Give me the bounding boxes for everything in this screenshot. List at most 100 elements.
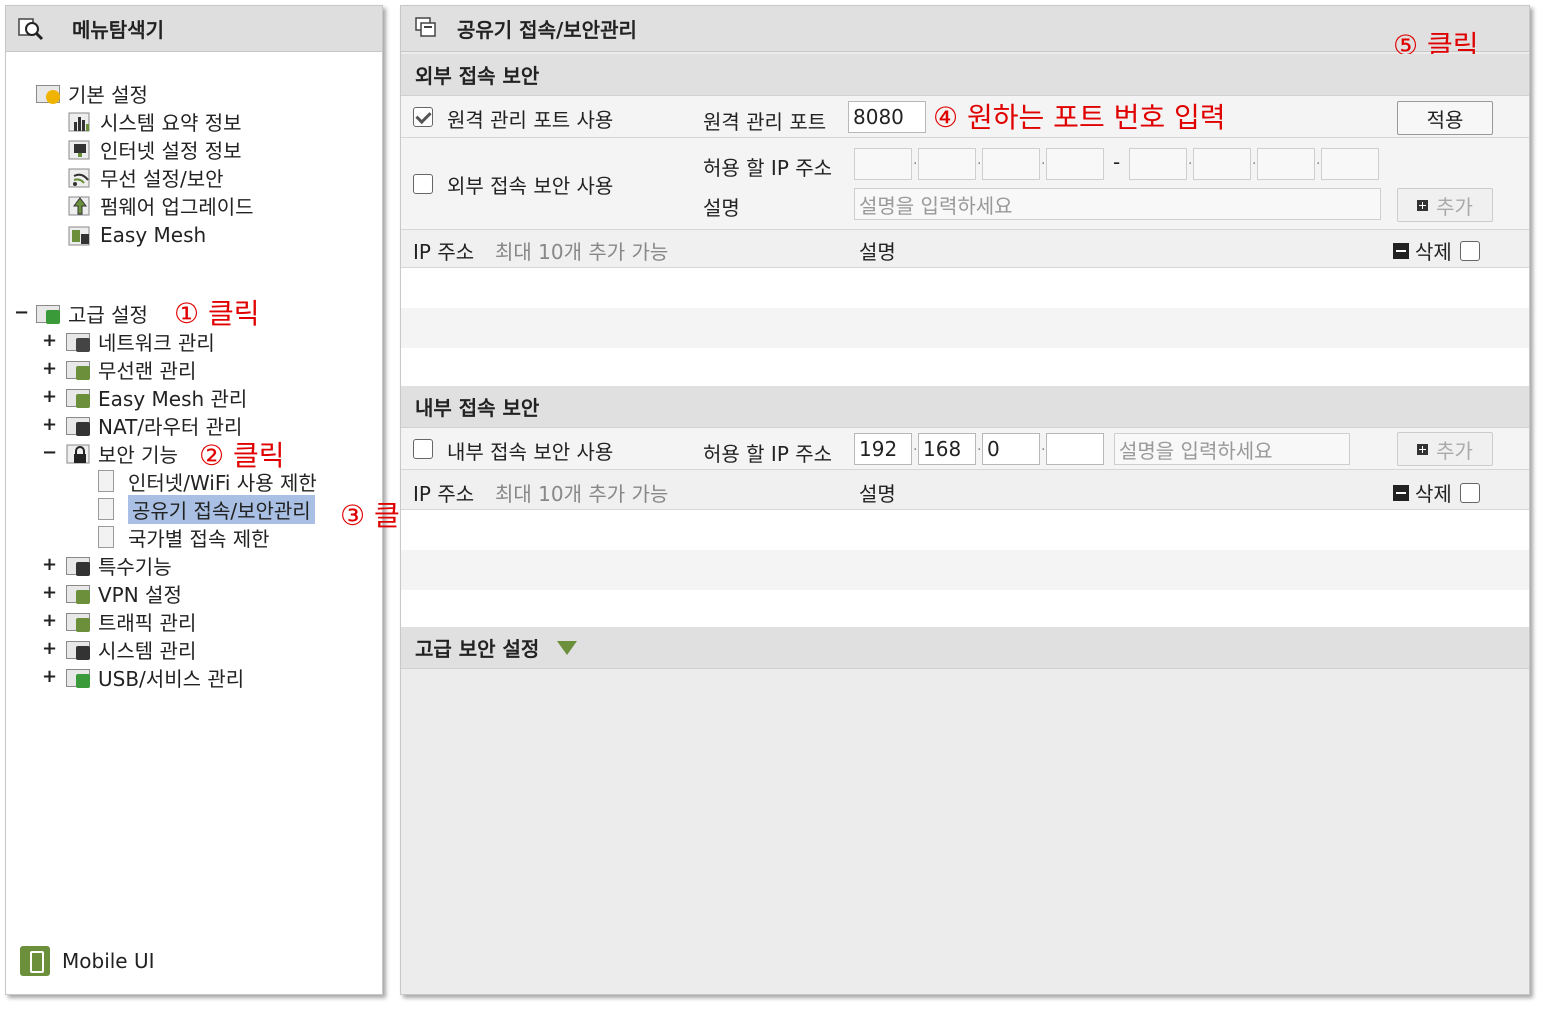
- magnifier-icon: [18, 17, 44, 41]
- external-ip-start-octet-3[interactable]: [982, 148, 1040, 180]
- external-ip-start-octet-2[interactable]: [918, 148, 976, 180]
- delete-all-control[interactable]: 삭제: [1393, 236, 1480, 265]
- external-ip-start-octet-4[interactable]: [1046, 148, 1104, 180]
- section-internal-security: 내부 접속 보안: [401, 386, 1529, 428]
- section-advanced-security[interactable]: 고급 보안 설정: [401, 627, 1529, 669]
- lock-icon: [66, 442, 92, 464]
- ip-range-separator: -: [1113, 150, 1121, 174]
- list-header-hint: 최대 10개 추가 가능: [495, 240, 669, 264]
- tree-item-system-summary[interactable]: 시스템 요약 정보: [68, 108, 242, 135]
- internal-ip-octet-4[interactable]: [1046, 433, 1104, 465]
- row-external-security: 외부 접속 보안 사용 허용 할 IP 주소 . . . - . . . 설명 …: [401, 138, 1529, 230]
- mesh-icon: [68, 224, 94, 246]
- tree-label: 무선 설정/보안: [100, 166, 224, 191]
- tree-label: 인터넷/WiFi 사용 제한: [128, 470, 317, 495]
- tree-item-traffic[interactable]: 트래픽 관리: [66, 608, 196, 635]
- internal-security-checkbox[interactable]: [413, 439, 433, 459]
- tree-item-easy-mesh[interactable]: Easy Mesh: [68, 222, 206, 248]
- expand-toggle[interactable]: +: [42, 386, 57, 407]
- list-row-empty: [401, 308, 1529, 348]
- list-header-delete: 삭제: [1415, 482, 1452, 506]
- tree-item-usb-service[interactable]: USB/서비스 관리: [66, 664, 244, 691]
- ip-dot: .: [1041, 438, 1046, 454]
- internal-ip-octet-2[interactable]: 168: [918, 433, 976, 465]
- tree-label: 시스템 관리: [98, 638, 197, 663]
- tree-node-basic-settings[interactable]: 기본 설정: [36, 80, 148, 107]
- internal-list-header: IP 주소 최대 10개 추가 가능 설명 삭제: [401, 470, 1529, 510]
- tree-item-firmware-upgrade[interactable]: 펌웨어 업그레이드: [68, 192, 254, 219]
- internal-ip-octet-1[interactable]: 192: [854, 433, 912, 465]
- bar-chart-icon: [68, 110, 94, 132]
- tree-item-network[interactable]: 네트워크 관리: [66, 328, 215, 355]
- collapse-toggle[interactable]: −: [42, 442, 57, 463]
- list-header-description: 설명: [859, 240, 896, 264]
- internal-add-button[interactable]: 추가: [1397, 432, 1493, 466]
- expand-triangle-icon[interactable]: [557, 640, 578, 655]
- expand-toggle[interactable]: +: [42, 554, 57, 575]
- external-list-header: IP 주소 최대 10개 추가 가능 설명 삭제: [401, 230, 1529, 268]
- section-title-advanced: 고급 보안 설정: [415, 637, 540, 661]
- expand-toggle[interactable]: +: [42, 414, 57, 435]
- tree-item-vpn[interactable]: VPN 설정: [66, 580, 182, 607]
- tree-item-country-limit[interactable]: 국가별 접속 제한: [98, 524, 270, 551]
- internal-security-label: 내부 접속 보안 사용: [447, 440, 614, 464]
- list-row-empty: [401, 268, 1529, 308]
- annotation-step-4: ④ 원하는 포트 번호 입력: [933, 101, 1226, 134]
- collapse-toggle-advanced[interactable]: −: [14, 302, 29, 323]
- external-ip-end-octet-3[interactable]: [1257, 148, 1315, 180]
- tree-label: 무선랜 관리: [98, 358, 197, 383]
- tree-item-internet-wifi-limit[interactable]: 인터넷/WiFi 사용 제한: [98, 468, 317, 495]
- expand-toggle[interactable]: +: [42, 330, 57, 351]
- expand-toggle[interactable]: +: [42, 358, 57, 379]
- special-icon: [66, 554, 92, 576]
- mobile-ui-link[interactable]: Mobile UI: [20, 946, 155, 976]
- tree-item-special[interactable]: 특수기능: [66, 552, 172, 579]
- ip-dot: .: [1188, 152, 1193, 168]
- internal-add-button-label: 추가: [1436, 438, 1473, 463]
- delete-all-checkbox[interactable]: [1459, 482, 1480, 503]
- section-external-security: 외부 접속 보안: [401, 54, 1529, 96]
- tree-item-wlan[interactable]: 무선랜 관리: [66, 356, 197, 383]
- section-title-internal: 내부 접속 보안: [415, 396, 540, 420]
- usb-icon: [66, 666, 92, 688]
- external-security-checkbox[interactable]: [413, 174, 433, 194]
- content-panel: 공유기 접속/보안관리 ⑤ 클릭 ↓ 외부 접속 보안 원격 관리 포트 사용 …: [400, 5, 1530, 995]
- external-add-button[interactable]: 추가: [1397, 188, 1493, 222]
- expand-toggle[interactable]: +: [42, 582, 57, 603]
- row-internal-security: 내부 접속 보안 사용 허용 할 IP 주소 192 . 168 . 0 . 설…: [401, 428, 1529, 470]
- ip-dot: .: [977, 152, 982, 168]
- tree-node-advanced-settings[interactable]: 고급 설정: [36, 300, 148, 327]
- tree-item-router-access-security[interactable]: 공유기 접속/보안관리: [98, 494, 315, 524]
- remote-port-checkbox[interactable]: [413, 107, 433, 127]
- apply-button[interactable]: 적용: [1397, 101, 1493, 135]
- delete-all-control[interactable]: 삭제: [1393, 478, 1480, 507]
- wifi-icon: [66, 358, 92, 380]
- internal-ip-octet-3[interactable]: 0: [982, 433, 1040, 465]
- tree-item-internet-info[interactable]: 인터넷 설정 정보: [68, 136, 242, 163]
- tree-item-easy-mesh-manage[interactable]: Easy Mesh 관리: [66, 384, 247, 411]
- external-ip-end-octet-4[interactable]: [1321, 148, 1379, 180]
- traffic-graph-icon: [66, 610, 92, 632]
- external-ip-start-octet-1[interactable]: [854, 148, 912, 180]
- internal-description-input[interactable]: 설명을 입력하세요: [1114, 433, 1350, 465]
- tree-label-selected: 공유기 접속/보안관리: [128, 494, 315, 524]
- router-icon: [66, 414, 92, 436]
- external-add-button-label: 추가: [1436, 194, 1473, 219]
- tree-label: 특수기능: [98, 554, 172, 579]
- external-description-input[interactable]: 설명을 입력하세요: [854, 188, 1381, 220]
- expand-toggle[interactable]: +: [42, 666, 57, 687]
- list-row-empty: [401, 510, 1529, 550]
- external-ip-end-octet-2[interactable]: [1193, 148, 1251, 180]
- tree-item-security[interactable]: 보안 기능: [66, 440, 178, 467]
- external-ip-end-octet-1[interactable]: [1129, 148, 1187, 180]
- expand-toggle[interactable]: +: [42, 610, 57, 631]
- tree-label: 펌웨어 업그레이드: [100, 194, 254, 219]
- list-header-hint: 최대 10개 추가 가능: [495, 482, 669, 506]
- delete-all-checkbox[interactable]: [1459, 240, 1480, 261]
- expand-toggle[interactable]: +: [42, 638, 57, 659]
- tree-item-system-manage[interactable]: 시스템 관리: [66, 636, 197, 663]
- monitor-icon: [68, 138, 94, 160]
- tree-item-wireless-security[interactable]: 무선 설정/보안: [68, 164, 224, 191]
- remote-port-input[interactable]: 8080: [848, 101, 926, 133]
- tree-label: VPN 설정: [98, 582, 182, 607]
